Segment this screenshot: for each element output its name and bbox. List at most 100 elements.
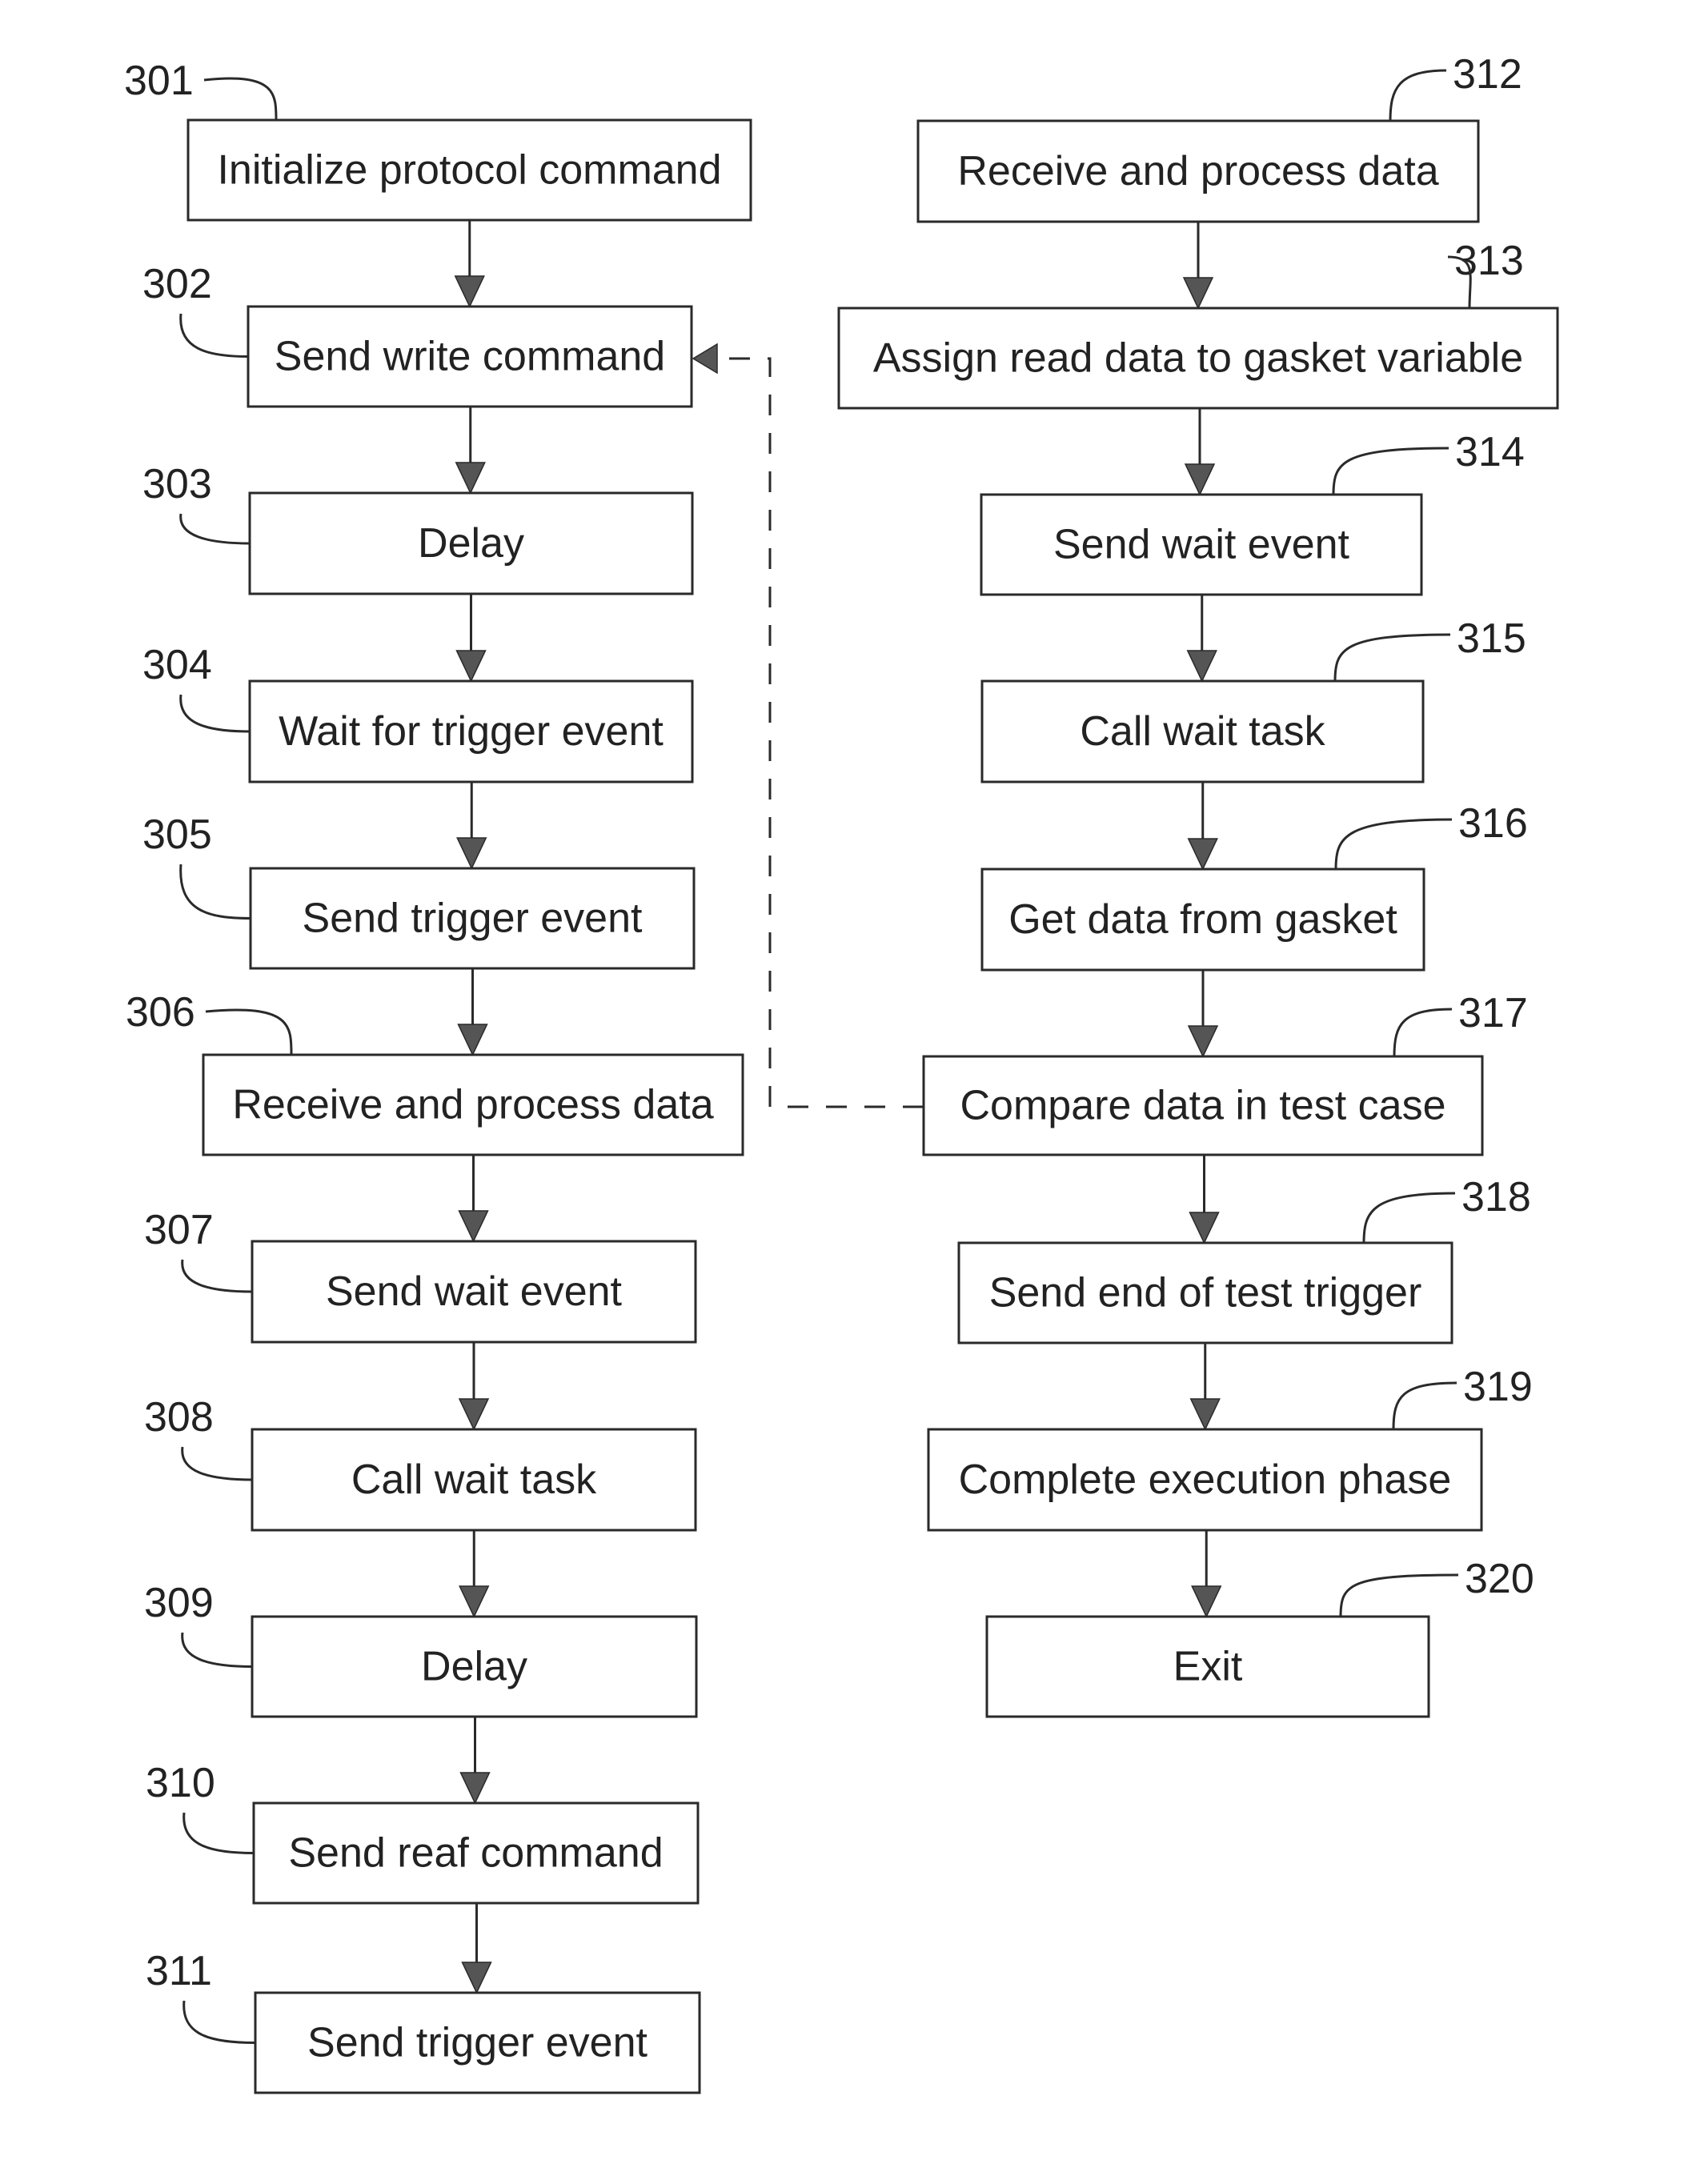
feedback-loop bbox=[692, 343, 924, 1108]
arrow-down-icon bbox=[456, 837, 487, 870]
step-label: Receive and process data bbox=[957, 148, 1438, 194]
step-label: Get data from gasket bbox=[1008, 896, 1397, 943]
arrow-down-icon bbox=[1187, 1025, 1219, 1058]
leader-line bbox=[179, 313, 249, 358]
reference-numeral: 308 bbox=[144, 1394, 214, 1441]
reference-numeral: 314 bbox=[1455, 429, 1525, 475]
feedback-dashed-line bbox=[725, 357, 924, 1108]
process-step-310: Send reaf command 310 bbox=[146, 1760, 700, 1905]
leader-line bbox=[1389, 69, 1447, 122]
reference-numeral: 319 bbox=[1463, 1364, 1533, 1410]
reference-numeral: 307 bbox=[144, 1207, 214, 1253]
leader-line bbox=[1339, 1573, 1459, 1617]
leader-line bbox=[205, 1008, 293, 1056]
process-step-309: Delay 309 bbox=[144, 1580, 698, 1718]
leader-line bbox=[1334, 818, 1453, 870]
step-label: Send write command bbox=[275, 334, 665, 380]
arrow-down-icon bbox=[459, 1772, 491, 1805]
process-step-305: Send trigger event 305 bbox=[142, 811, 696, 970]
arrow-down-icon bbox=[458, 1210, 489, 1243]
reference-numeral: 311 bbox=[146, 1948, 212, 1994]
leader-line bbox=[181, 1259, 253, 1293]
process-step-312: Receive and process data 312 bbox=[916, 51, 1522, 223]
step-label: Send trigger event bbox=[303, 896, 643, 942]
process-step-315: Call wait task 315 bbox=[980, 615, 1526, 783]
process-step-317: Compare data in test case 317 bbox=[922, 990, 1528, 1156]
process-step-301: Initialize protocol command 301 bbox=[124, 58, 752, 222]
process-step-302: Send write command 302 bbox=[142, 261, 693, 408]
step-label: Exit bbox=[1173, 1644, 1243, 1690]
arrow-down-icon bbox=[455, 650, 487, 683]
process-step-307: Send wait event 307 bbox=[144, 1207, 697, 1344]
reference-numeral: 306 bbox=[126, 989, 195, 1036]
step-label: Wait for trigger event bbox=[279, 708, 664, 755]
process-step-316: Get data from gasket 316 bbox=[980, 800, 1528, 972]
step-label: Initialize protocol command bbox=[217, 147, 721, 194]
nodes: Initialize protocol command 301 Send write… bbox=[124, 51, 1559, 2094]
arrow-down-icon bbox=[461, 1962, 492, 1994]
leader-line bbox=[1393, 1008, 1453, 1057]
reference-numeral: 320 bbox=[1465, 1556, 1534, 1602]
arrow-down-icon bbox=[1189, 1398, 1221, 1431]
feedback-arrowhead-icon bbox=[692, 343, 718, 375]
step-label: Call wait task bbox=[351, 1457, 597, 1503]
leader-line bbox=[203, 77, 278, 121]
arrow-down-icon bbox=[1186, 650, 1217, 683]
leader-line bbox=[182, 1812, 255, 1854]
arrow-down-icon bbox=[454, 275, 485, 308]
leader-line bbox=[181, 1632, 253, 1668]
process-step-314: Send wait event 314 bbox=[980, 429, 1525, 596]
process-step-304: Wait for trigger event 304 bbox=[142, 642, 694, 783]
step-label: Send reaf command bbox=[288, 1830, 663, 1877]
arrow-down-icon bbox=[1189, 1212, 1220, 1244]
process-step-318: Send end of test trigger 318 bbox=[957, 1174, 1531, 1344]
step-label: Send wait event bbox=[326, 1268, 623, 1315]
arrow-down-icon bbox=[458, 1398, 490, 1431]
reference-numeral: 315 bbox=[1457, 615, 1526, 662]
process-step-319: Complete execution phase 319 bbox=[927, 1364, 1533, 1532]
reference-numeral: 303 bbox=[142, 461, 212, 507]
arrow-down-icon bbox=[1191, 1585, 1222, 1618]
arrow-down-icon bbox=[1187, 838, 1218, 871]
leader-line bbox=[1392, 1381, 1457, 1430]
reference-numeral: 318 bbox=[1461, 1174, 1531, 1220]
leader-line bbox=[1333, 633, 1451, 682]
reference-numeral: 312 bbox=[1453, 51, 1522, 98]
step-label: Send end of test trigger bbox=[989, 1270, 1422, 1316]
step-label: Call wait task bbox=[1080, 708, 1325, 755]
process-step-303: Delay 303 bbox=[142, 461, 694, 595]
reference-numeral: 301 bbox=[124, 58, 194, 104]
process-step-308: Call wait task 308 bbox=[144, 1394, 697, 1532]
arrow-down-icon bbox=[455, 462, 486, 495]
reference-numeral: 317 bbox=[1458, 990, 1528, 1036]
arrow-down-icon bbox=[1182, 277, 1214, 310]
process-step-320: Exit 320 bbox=[985, 1556, 1534, 1718]
leader-line bbox=[1332, 447, 1449, 495]
leader-line bbox=[179, 864, 251, 920]
leader-line bbox=[182, 2000, 256, 2044]
process-step-306: Receive and process data 306 bbox=[126, 989, 744, 1156]
arrow-down-icon bbox=[1184, 463, 1216, 496]
flowchart: Initialize protocol command 301 Send write… bbox=[124, 51, 1559, 2094]
reference-numeral: 310 bbox=[146, 1760, 215, 1806]
process-step-311: Send trigger event 311 bbox=[146, 1948, 701, 2094]
arrow-down-icon bbox=[459, 1585, 490, 1618]
reference-numeral: 316 bbox=[1458, 800, 1528, 847]
reference-numeral: 304 bbox=[142, 642, 212, 688]
step-label: Delay bbox=[418, 520, 524, 567]
step-label: Send wait event bbox=[1053, 522, 1350, 568]
leader-line bbox=[179, 694, 251, 733]
step-label: Receive and process data bbox=[232, 1082, 713, 1128]
leader-line bbox=[181, 1446, 253, 1481]
leader-line bbox=[1362, 1192, 1456, 1244]
arrow-down-icon bbox=[457, 1024, 488, 1056]
reference-numeral: 302 bbox=[142, 261, 212, 307]
step-label: Compare data in test case bbox=[960, 1083, 1446, 1129]
step-label: Assign read data to gasket variable bbox=[873, 335, 1523, 382]
step-label: Complete execution phase bbox=[959, 1457, 1452, 1503]
reference-numeral: 309 bbox=[144, 1580, 214, 1626]
step-label: Send trigger event bbox=[307, 2020, 648, 2066]
step-label: Delay bbox=[421, 1644, 527, 1690]
leader-line bbox=[179, 513, 251, 545]
reference-numeral: 305 bbox=[142, 811, 212, 858]
